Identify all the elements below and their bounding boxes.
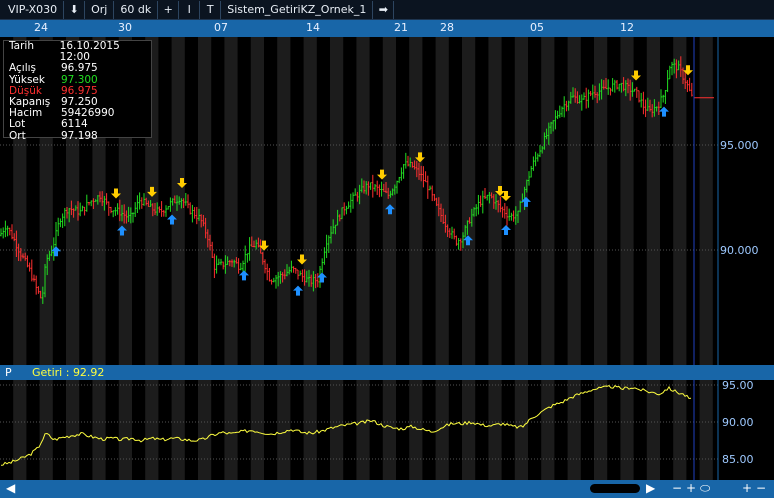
date-axis: 24 30 07 14 21 28 05 12 [0,20,774,37]
day-band [66,380,80,480]
date-tick: 28 [440,21,454,34]
indicator-title: Getiri : 92.92 [32,366,105,379]
return-tick-label: 85.00 [722,453,754,466]
day-band [92,380,106,480]
day-band [118,380,132,480]
info-value: 16.10.2015 12:00 [59,40,120,64]
zoom-reset-icon[interactable]: ⬭ [700,481,710,496]
day-band [330,37,344,365]
day-band [488,380,502,480]
day-band [39,380,53,480]
buy-signal-arrow-icon [239,270,249,281]
info-row-date: Tarih 16.10.2015 12:00 [4,40,151,64]
day-band [303,37,317,365]
date-tick: 24 [34,21,48,34]
day-band [145,380,159,480]
day-band [435,37,449,365]
date-tick: 05 [530,21,544,34]
info-value: 96.975 [61,62,98,75]
day-band [488,37,502,365]
next-arrow-icon[interactable]: ➡ [373,0,395,19]
download-arrow-icon[interactable]: ⬇ [64,0,86,19]
price-tick-label: 90.000 [720,244,759,257]
day-band [382,37,396,365]
return-chart[interactable]: 95.00 90.00 85.00 [0,380,774,480]
symbol-selector[interactable]: VIP-X030 [0,0,65,19]
day-band [13,380,27,480]
date-tick: 07 [214,21,228,34]
day-band [198,380,212,480]
day-band [462,380,476,480]
buy-signal-arrow-icon [501,225,511,236]
panel-letter[interactable]: P [5,366,12,379]
info-row-lot: Lot 6114 [4,119,151,130]
day-band [198,37,212,365]
period-selector[interactable]: 60 dk [114,0,159,19]
day-band [541,380,555,480]
day-band [277,380,291,480]
day-band [224,37,238,365]
day-band [541,37,555,365]
zoom-out-icon[interactable]: − [672,481,682,496]
info-value: 6114 [61,118,88,131]
mode-selector[interactable]: Orj [85,0,115,19]
indicator-panel-header: P Getiri : 92.92 [0,365,774,380]
day-band [224,380,238,480]
buy-signal-arrow-icon [317,272,327,283]
day-band [277,37,291,365]
draw-tool-icon[interactable]: T [200,0,222,19]
buy-signal-arrow-icon [293,285,303,296]
info-label: Lot [9,118,26,131]
info-label: Açılış [9,62,36,75]
info-row-average: Ort 97.198 [4,129,151,142]
day-band [356,380,370,480]
return-tick-label: 95.00 [722,380,754,392]
buy-signal-arrow-icon [659,106,669,117]
scroll-right-icon[interactable]: ▶ [646,481,655,496]
day-band [382,380,396,480]
bar-style-icon[interactable]: I [179,0,201,19]
info-label: Tarih [9,40,34,52]
price-axis-area [718,37,774,365]
day-band [699,380,713,480]
collapse-minus-icon[interactable]: − [756,481,766,496]
add-plus-icon[interactable]: + [158,0,180,19]
day-band [435,380,449,480]
day-band [356,37,370,365]
day-band [620,380,634,480]
scroll-left-icon[interactable]: ◀ [6,481,15,496]
system-selector[interactable]: Sistem_GetiriKZ_Ornek_1 [221,0,374,19]
day-band [171,380,185,480]
day-band [303,380,317,480]
day-band [514,380,528,480]
day-band [620,37,634,365]
zoom-in-icon[interactable]: + [686,481,696,496]
day-band [594,380,608,480]
ohlc-info-panel: Tarih 16.10.2015 12:00 Açılış 96.975 Yükse… [3,40,152,141]
chart-toolbar: VIP-X030 ⬇ Orj 60 dk + I T Sistem_Getiri… [0,0,774,20]
expand-plus-icon[interactable]: + [742,481,752,496]
day-band [594,37,608,365]
scroll-thumb[interactable] [590,484,640,493]
date-tick: 12 [620,21,634,34]
day-band [330,380,344,480]
date-tick: 30 [118,21,132,34]
bottom-scroll-bar: ◀ ▶ − + ⬭ + − [0,480,774,498]
day-band [462,37,476,365]
day-band [250,380,264,480]
day-band [250,37,264,365]
info-value: 97.198 [61,129,98,142]
date-tick: 21 [394,21,408,34]
day-band [699,37,713,365]
return-tick-label: 90.00 [722,416,754,429]
day-band [409,37,423,365]
date-tick: 14 [306,21,320,34]
info-row-open: Açılış 96.975 [4,63,151,74]
day-band [673,37,687,365]
day-band [567,37,581,365]
info-label: Ort [9,129,26,142]
day-band [171,37,185,365]
day-band [646,37,660,365]
price-tick-label: 95.000 [720,139,759,152]
